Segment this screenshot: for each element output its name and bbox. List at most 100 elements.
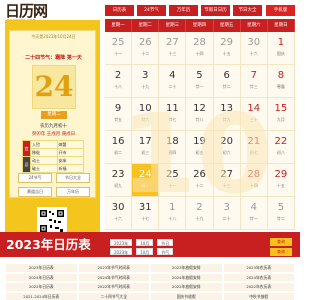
- calendar-day[interactable]: 25 十一: [105, 32, 133, 65]
- footer-link[interactable]: 中秋节放假: [223, 292, 294, 300]
- calendar-day[interactable]: 9 廿五: [105, 98, 133, 131]
- calendar-day[interactable]: 28 十四: [186, 32, 214, 65]
- calendar-day[interactable]: 14 三十: [240, 98, 268, 131]
- nav-festivals[interactable]: 节日大全: [233, 5, 262, 16]
- calendar-day[interactable]: 5 廿一: [186, 65, 214, 98]
- footer-link[interactable]: 2021-2024年日历表: [6, 292, 77, 300]
- solar-term: 二十四节气：霜降 第一天: [25, 55, 82, 61]
- calendar-day[interactable]: 30 十六: [105, 197, 133, 230]
- footer-link[interactable]: 二十四节气大全: [78, 292, 149, 300]
- month-select[interactable]: 10月: [136, 248, 154, 255]
- footer-link[interactable]: 2023年节气时间表: [78, 264, 149, 272]
- footer-link[interactable]: 2024年放假安排: [151, 273, 222, 281]
- weekday-header: 星期一 星期二 星期三 星期四 星期五 星期六 星期日: [105, 19, 295, 32]
- calendar-day[interactable]: 17 初三: [132, 131, 160, 164]
- day-number: 23: [111, 169, 125, 180]
- footer-link[interactable]: 2022年日历表: [6, 283, 77, 291]
- calendar-day-today[interactable]: 24 初十: [132, 164, 160, 197]
- calendar-day[interactable]: 30 十六: [240, 32, 268, 65]
- calendar-day[interactable]: 2 十九: [186, 197, 214, 230]
- calendar-day[interactable]: 20 初六: [213, 131, 241, 164]
- lunar-day: 三十: [249, 117, 258, 122]
- weekday-label: 星期日: [267, 19, 295, 32]
- calendar-day[interactable]: 11 廿七: [159, 98, 187, 131]
- footer-link[interactable]: 2023年日历表: [6, 264, 77, 272]
- query-button-2[interactable]: 查询: [270, 248, 292, 256]
- btn-auspicious[interactable]: 黄道吉日: [18, 187, 52, 197]
- calendar-day[interactable]: 15 九月: [267, 98, 295, 131]
- calendar-day[interactable]: 8 寒露: [267, 65, 295, 98]
- day-number: 22: [274, 136, 288, 147]
- lunar-day: 初九: [114, 183, 123, 188]
- calendar-day[interactable]: 5 廿二: [267, 197, 295, 230]
- footer-link[interactable]: 2022年节气时间表: [78, 283, 149, 291]
- query-button[interactable]: 查询: [270, 238, 292, 246]
- nav-holidays[interactable]: 节假日日历: [201, 5, 230, 16]
- btn-solar-terms[interactable]: 24节气: [18, 173, 52, 183]
- calendar-day[interactable]: 26 十二: [132, 32, 160, 65]
- calendar-day[interactable]: 6 廿二: [213, 65, 241, 98]
- year-select[interactable]: 2023年: [110, 248, 133, 255]
- footer-link[interactable]: 2024年日历表: [6, 273, 77, 281]
- calendar-day[interactable]: 27 十三: [159, 32, 187, 65]
- calendar-day[interactable]: 3 十九: [132, 65, 160, 98]
- yi-item: 开市: [56, 148, 84, 157]
- calendar-day[interactable]: 4 廿一: [240, 197, 268, 230]
- calendar-day[interactable]: 13 廿九: [213, 98, 241, 131]
- nav-calendar[interactable]: 日历表: [105, 5, 134, 16]
- calendar-day[interactable]: 29 十五: [267, 164, 295, 197]
- lunar-day: 国庆: [276, 51, 285, 56]
- calendar-day[interactable]: 27 十三: [213, 164, 241, 197]
- calendar-day[interactable]: 3 二十: [213, 197, 241, 230]
- calendar-day[interactable]: 21 初七: [240, 131, 268, 164]
- calendar-day[interactable]: 16 初二: [105, 131, 133, 164]
- weekday-label: 星期五: [213, 19, 241, 32]
- day-number: 30: [111, 202, 125, 213]
- lunar-day: 十三: [168, 51, 177, 56]
- calendar-day[interactable]: 25 十一: [159, 164, 187, 197]
- footer-link[interactable]: 2023年放假安排: [151, 264, 222, 272]
- footer-link[interactable]: 2022年农历表: [223, 283, 294, 291]
- lunar-day: 廿三: [249, 84, 258, 89]
- calendar-day[interactable]: 26 十二: [186, 164, 214, 197]
- lunar-day: 十二: [195, 183, 204, 188]
- nav-mobile[interactable]: 手机版: [265, 5, 295, 16]
- ji-item: 祈福: [56, 164, 84, 173]
- nav-solar-terms[interactable]: 24节气: [137, 5, 166, 16]
- yi-ji-table: 宜 入殓 嫁娶 移徙 开市 忌 动土 安床 破土 祈福: [22, 140, 84, 173]
- footer-link[interactable]: 国庆节放假: [151, 292, 222, 300]
- lunar-day: 初七: [249, 150, 258, 155]
- calendar-day[interactable]: 10 廿六: [132, 98, 160, 131]
- type-select[interactable]: 节日: [157, 239, 174, 246]
- type-select[interactable]: 节气: [157, 248, 174, 255]
- footer-link[interactable]: 2024年节气时间表: [78, 273, 149, 281]
- footer-link[interactable]: 2022年放假安排: [151, 283, 222, 291]
- calendar-day[interactable]: 23 初九: [105, 164, 133, 197]
- month-select[interactable]: 10月: [136, 239, 154, 246]
- calendar-day[interactable]: 7 廿三: [240, 65, 268, 98]
- calendar-day[interactable]: 2 十八: [105, 65, 133, 98]
- day-number: 4: [169, 70, 176, 81]
- calendar-day[interactable]: 22 初八: [267, 131, 295, 164]
- calendar-day[interactable]: 29 十五: [213, 32, 241, 65]
- nav-perpetual[interactable]: 万年历: [169, 5, 198, 16]
- btn-perpetual[interactable]: 万年历: [56, 187, 90, 197]
- calendar-day[interactable]: 18 初四: [159, 131, 187, 164]
- day-number: 9: [114, 103, 122, 114]
- year-select[interactable]: 2023年: [110, 239, 133, 246]
- day-number: 31: [138, 202, 152, 213]
- calendar-week: 30 十六 31 十七 1 十八 2 十九 3 二十 4 廿一 5 廿二: [105, 197, 295, 230]
- calendar-day[interactable]: 31 十七: [132, 197, 160, 230]
- lunar-day: 廿九: [222, 117, 231, 122]
- footer-link[interactable]: 2023年农历表: [223, 264, 294, 272]
- calendar-day[interactable]: 19 初五: [186, 131, 214, 164]
- calendar-day[interactable]: 1 国庆: [267, 32, 295, 65]
- calendar-day[interactable]: 1 十八: [159, 197, 187, 230]
- lunar-day: 十六: [249, 51, 258, 56]
- footer-link[interactable]: 2024年农历表: [223, 273, 294, 281]
- calendar-day[interactable]: 28 十四: [240, 164, 268, 197]
- month-calendar: 星期一 星期二 星期三 星期四 星期五 星期六 星期日 25 十一 26 十二 27 十三…: [105, 19, 295, 230]
- calendar-day[interactable]: 12 廿八: [186, 98, 214, 131]
- btn-festivals[interactable]: 节日大全: [56, 173, 90, 183]
- calendar-day[interactable]: 4 二十: [159, 65, 187, 98]
